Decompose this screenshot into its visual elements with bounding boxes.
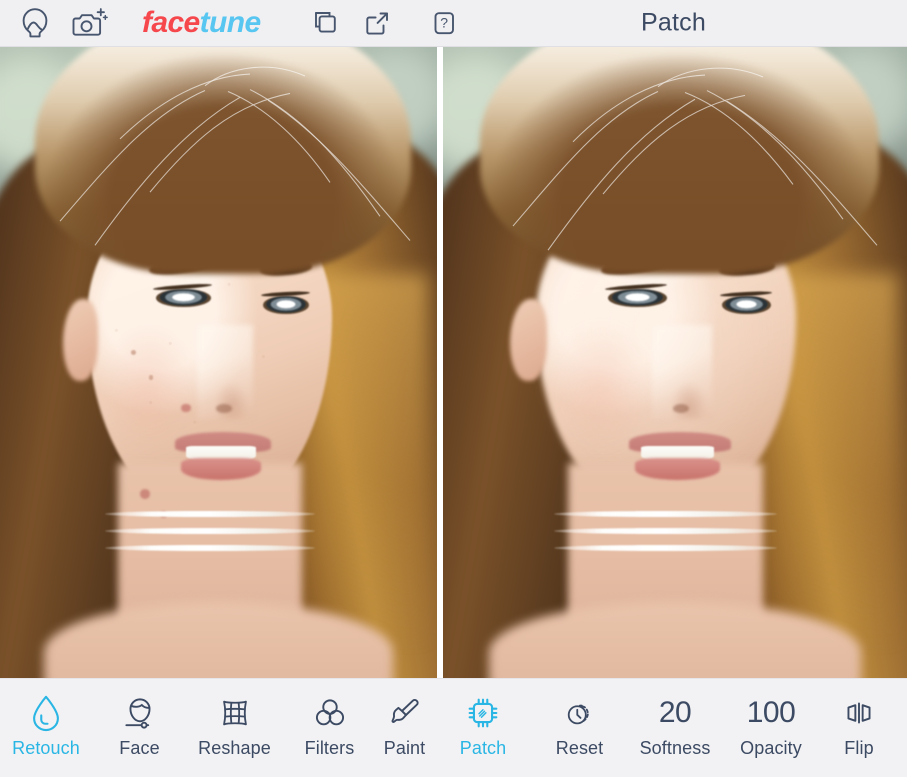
page-title: Patch (641, 8, 706, 37)
freckle (148, 375, 153, 380)
tool-label-face: Face (119, 738, 160, 758)
nostril (216, 403, 233, 413)
bottom-tool-bar: Retouch Face Reshape Filters Paint Patch… (0, 678, 907, 777)
tool-label-opacity: Opacity (740, 738, 802, 758)
three-circles-icon (310, 691, 350, 735)
help-icon[interactable]: ? (429, 7, 459, 39)
patch-chip-icon (462, 691, 504, 735)
lower-lip (634, 458, 721, 481)
tool-filters[interactable]: Filters (282, 679, 377, 759)
mouth (628, 431, 731, 481)
tool-patch[interactable]: Patch (434, 679, 532, 759)
softness-number: 20 (658, 696, 692, 729)
facetune-logo: face tune (142, 8, 261, 38)
after-photo-image (443, 47, 907, 678)
flyaway-hairs (59, 66, 411, 246)
tool-face[interactable]: Face (92, 679, 187, 759)
tool-opacity[interactable]: 100 Opacity (723, 679, 819, 759)
before-photo-image (0, 47, 437, 678)
mouth (174, 431, 271, 481)
grid-mesh-icon (215, 691, 255, 735)
blemish (181, 403, 191, 413)
facetune-app: face tune ? Patch Retouch Face Reshape F… (0, 0, 907, 777)
blemish (139, 488, 151, 499)
logo-part-face: face (142, 6, 200, 39)
logo-part-tune: tune (199, 6, 262, 39)
tool-label-paint: Paint (383, 738, 426, 758)
tool-label-retouch: Retouch (12, 738, 80, 758)
reset-clock-icon (560, 691, 600, 735)
nostril (672, 403, 690, 413)
tool-label-filters: Filters (304, 738, 355, 758)
flip-horizontal-icon (839, 691, 879, 735)
before-photo[interactable] (0, 47, 437, 678)
tool-label-patch: Patch (459, 738, 507, 758)
necklace-strand (554, 544, 778, 552)
top-header-bar: face tune ? Patch (0, 0, 907, 47)
tool-flip[interactable]: Flip (819, 679, 899, 759)
lower-lip (180, 458, 262, 481)
choker-necklace (104, 510, 315, 568)
camera-add-icon[interactable] (71, 5, 109, 41)
tool-paint[interactable]: Paint (377, 679, 434, 759)
necklace-strand (554, 527, 778, 535)
opacity-value: 100 (747, 691, 796, 735)
necklace-strand (104, 544, 315, 552)
tool-softness[interactable]: 20 Softness (627, 679, 723, 759)
tool-retouch[interactable]: Retouch (0, 679, 92, 759)
copy-layers-icon[interactable] (309, 7, 341, 39)
face-slider-icon (120, 691, 160, 735)
choker-necklace (554, 510, 778, 568)
flyaway-hairs (512, 67, 878, 251)
tool-label-softness: Softness (639, 738, 711, 758)
tool-label-reset: Reset (555, 738, 604, 758)
droplet-icon (27, 691, 65, 735)
opacity-number: 100 (746, 696, 796, 729)
after-photo[interactable] (443, 47, 907, 678)
svg-text:?: ? (440, 14, 448, 30)
photos-icon[interactable] (17, 5, 53, 41)
necklace-strand (104, 527, 315, 535)
necklace-strand (104, 510, 315, 518)
paintbrush-icon (386, 691, 426, 735)
photo-comparison-canvas (0, 47, 907, 678)
share-export-icon[interactable] (361, 7, 393, 39)
softness-value: 20 (658, 691, 692, 735)
tool-reshape[interactable]: Reshape (187, 679, 282, 759)
tool-label-flip: Flip (844, 738, 874, 758)
necklace-strand (554, 510, 778, 518)
tool-reset[interactable]: Reset (532, 679, 627, 759)
tool-label-reshape: Reshape (198, 738, 271, 758)
